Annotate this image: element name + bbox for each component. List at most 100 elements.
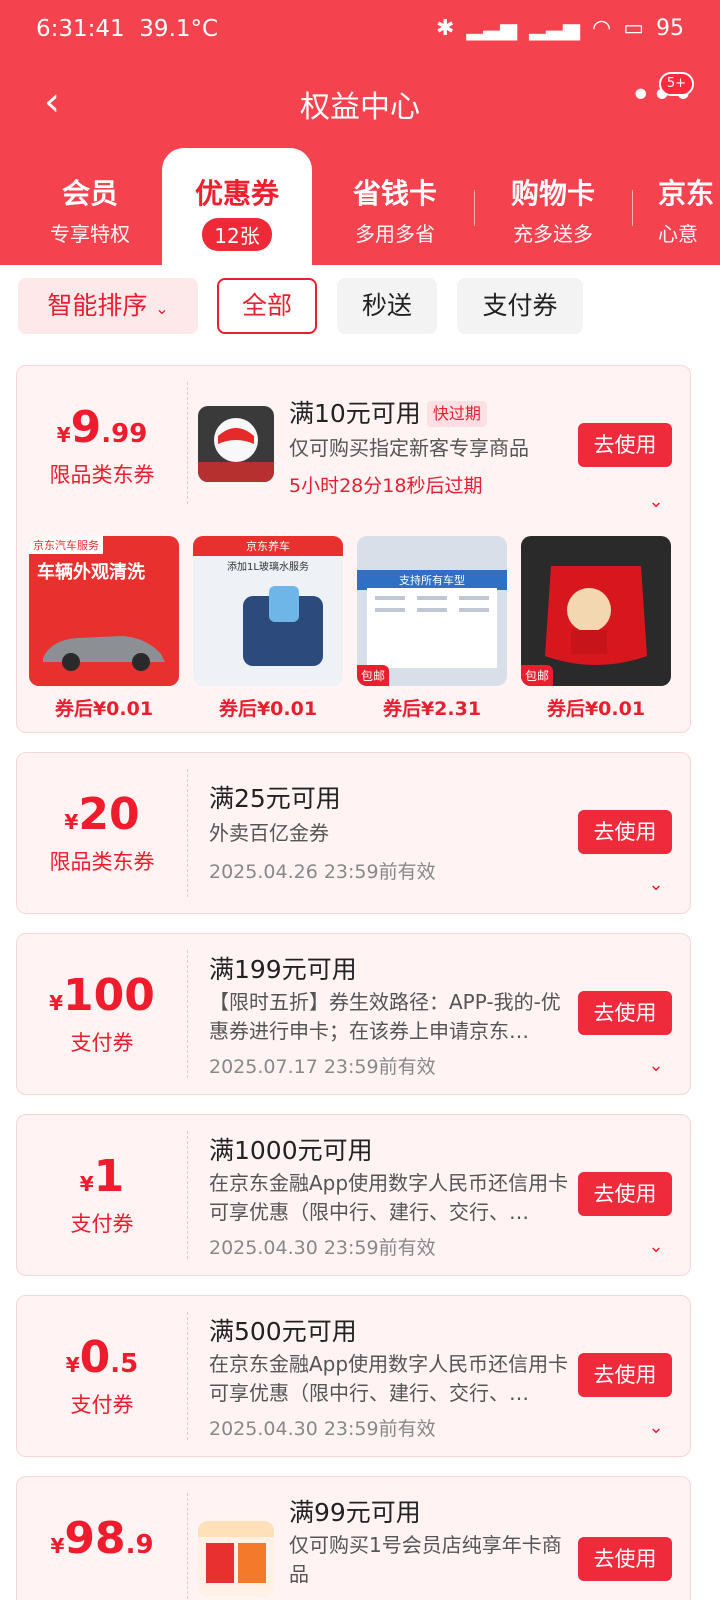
status-icons: ✱ ▂▃▅ ▂▃▅ ◠ ▭ 95 — [436, 16, 684, 41]
status-time: 6:31:41 39.1°C — [36, 16, 219, 42]
coupon-left: ¥9.99 限品类东券 — [17, 402, 187, 489]
coupon-condition: 满199元可用 — [209, 955, 357, 984]
coupon-condition: 满25元可用 — [209, 784, 341, 813]
tab-sub: 专享特权 — [50, 222, 130, 246]
divider — [187, 382, 188, 504]
battery-level: 95 — [656, 16, 684, 41]
chevron-down-icon[interactable]: ⌄ — [646, 492, 666, 512]
coupon-valid-until: 2025.04.30 23:59前有效 — [209, 1237, 436, 1259]
status-bar: 6:31:41 39.1°C ✱ ▂▃▅ ▂▃▅ ◠ ▭ 95 — [0, 0, 720, 64]
coupon-left: ¥20 限品类东券 — [17, 789, 187, 876]
free-shipping-badge: 包邮 — [521, 665, 554, 686]
coupon-amount: ¥100 — [49, 970, 155, 1021]
coupon-list: ¥9.99 限品类东券 满10元可用 快过期 仅可购买指定新客专享商品 5小时28… — [0, 355, 720, 1600]
product-item[interactable]: 支持所有车型 包邮 券后¥2.31 — [357, 536, 507, 736]
coupon-card: ¥1 支付券 满1000元可用 在京东金融App使用数字人民币还信用卡可享优惠（… — [16, 1114, 691, 1276]
product-item[interactable]: 包邮 券后¥0.01 — [521, 536, 671, 736]
coupon-description: 仅可购买1号会员店纯享年卡商品 — [289, 1533, 562, 1586]
coupon-card: ¥20 限品类东券 满25元可用 外卖百亿金券 2025.04.26 23:59… — [16, 752, 691, 914]
coupon-expire-countdown: 5小时28分18秒后过期 — [289, 475, 483, 497]
product-price: 券后¥2.31 — [382, 698, 482, 720]
expiring-tag: 快过期 — [426, 401, 487, 427]
top-bar: ‹ 权益中心 ••• 5+ — [0, 70, 720, 140]
tab-shopping-card[interactable]: 购物卡 充多送多 — [478, 148, 628, 266]
coupon-type: 支付券 — [70, 1212, 134, 1236]
divider — [187, 1131, 188, 1259]
tab-title: 会员 — [61, 177, 118, 210]
divider — [187, 1312, 188, 1440]
use-coupon-button[interactable]: 去使用 — [578, 1537, 672, 1581]
filter-fast[interactable]: 秒送 — [337, 278, 437, 334]
coupon-left: ¥0.5 支付券 — [17, 1332, 187, 1419]
coupon-card: ¥100 支付券 满199元可用 【限时五折】券生效路径：APP-我的-优惠券进… — [16, 933, 691, 1095]
tab-separator — [474, 190, 475, 226]
tab-sub: 充多送多 — [513, 222, 593, 246]
coupon-thumbnail — [198, 1521, 274, 1597]
tab-sub: 多用多省 — [355, 222, 435, 246]
sort-button[interactable]: 智能排序 ⌄ — [18, 278, 198, 334]
chevron-down-icon[interactable]: ⌄ — [646, 1418, 666, 1438]
filter-all[interactable]: 全部 — [217, 278, 317, 334]
product-price: 券后¥0.01 — [218, 698, 318, 720]
tab-title: 京东 — [658, 177, 715, 210]
product-price: 券后¥0.01 — [54, 698, 154, 720]
product-brand: 京东汽车服务 — [29, 536, 103, 554]
tabs: 会员 专享特权 优惠券 12张 省钱卡 多用多省 购物卡 充多送多 京东 心意 — [0, 148, 720, 268]
coupon-type: 限品类东券 — [49, 850, 155, 874]
tab-sub: 心意 — [658, 222, 698, 246]
chevron-down-icon[interactable]: ⌄ — [646, 1056, 666, 1076]
product-label: 添加1L玻璃水服务 — [227, 562, 309, 573]
more-badge: 5+ — [658, 72, 694, 96]
tab-member[interactable]: 会员 专享特权 — [15, 148, 165, 266]
use-coupon-button[interactable]: 去使用 — [578, 1353, 672, 1397]
use-coupon-button[interactable]: 去使用 — [578, 423, 672, 467]
coupon-card: ¥9.99 限品类东券 满10元可用 快过期 仅可购买指定新客专享商品 5小时28… — [16, 365, 691, 733]
more-button[interactable]: ••• 5+ — [630, 72, 694, 126]
coupon-card: ¥0.5 支付券 满500元可用 在京东金融App使用数字人民币还信用卡可享优惠… — [16, 1295, 691, 1457]
tab-coupons[interactable]: 优惠券 12张 — [162, 148, 312, 268]
tab-savings-card[interactable]: 省钱卡 多用多省 — [320, 148, 470, 266]
divider — [187, 950, 188, 1078]
product-price: 券后¥0.01 — [546, 698, 646, 720]
filter-bar: 智能排序 ⌄ 全部 秒送 支付券 — [0, 265, 720, 355]
tab-jd[interactable]: 京东 心意 — [636, 148, 720, 266]
page-title: 权益中心 — [300, 90, 420, 125]
tab-title: 购物卡 — [510, 177, 595, 210]
free-shipping-badge: 包邮 — [357, 665, 390, 686]
chevron-down-icon[interactable]: ⌄ — [646, 1237, 666, 1257]
wifi-icon: ◠ — [592, 16, 612, 41]
coupon-valid-until: 2025.04.26 23:59前有效 — [209, 861, 436, 883]
divider — [187, 769, 188, 897]
coupon-valid-until: 2025.04.30 23:59前有效 — [209, 1418, 436, 1440]
tab-separator — [632, 190, 633, 226]
signal-icon: ▂▃▅ — [466, 16, 518, 41]
coupon-condition: 满500元可用 — [209, 1317, 357, 1346]
coupon-description: 外卖百亿金券 — [209, 821, 329, 845]
product-brand: 京东养车 — [193, 536, 343, 556]
coupon-type: 支付券 — [70, 1393, 134, 1417]
use-coupon-button[interactable]: 去使用 — [578, 991, 672, 1035]
coupon-thumbnail — [198, 406, 274, 482]
tab-title: 省钱卡 — [352, 177, 437, 210]
coupon-amount: ¥1 — [79, 1151, 125, 1202]
filter-pay[interactable]: 支付券 — [457, 278, 583, 334]
coupon-condition: 满1000元可用 — [209, 1136, 373, 1165]
chevron-down-icon: ⌄ — [155, 299, 169, 318]
use-coupon-button[interactable]: 去使用 — [578, 810, 672, 854]
coupon-amount: ¥0.5 — [65, 1332, 139, 1383]
bluetooth-icon: ✱ — [436, 16, 455, 41]
coupon-card: ¥98.9 满99元可用 仅可购买1号会员店纯享年卡商品 去使用 — [16, 1476, 691, 1600]
coupon-description: 在京东金融App使用数字人民币还信用卡可享优惠（限中行、建行、交行、… — [209, 1352, 569, 1405]
coupon-condition: 满10元可用 快过期 — [289, 394, 487, 430]
product-item[interactable]: 京东汽车服务 车辆外观清洗 券后¥0.01 — [29, 536, 179, 736]
coupon-amount: ¥20 — [64, 789, 140, 840]
signal-icon-2: ▂▃▅ — [529, 16, 580, 41]
coupon-left: ¥98.9 — [17, 1513, 187, 1564]
product-item[interactable]: 京东养车 添加1L玻璃水服务 券后¥0.01 — [193, 536, 343, 736]
tab-title: 优惠券 — [194, 177, 279, 210]
product-label: 车辆外观清洗 — [37, 562, 145, 583]
coupon-condition: 满99元可用 — [289, 1498, 421, 1527]
chevron-down-icon[interactable]: ⌄ — [646, 875, 666, 895]
use-coupon-button[interactable]: 去使用 — [578, 1172, 672, 1216]
product-image: 支持所有车型 包邮 — [357, 536, 507, 686]
